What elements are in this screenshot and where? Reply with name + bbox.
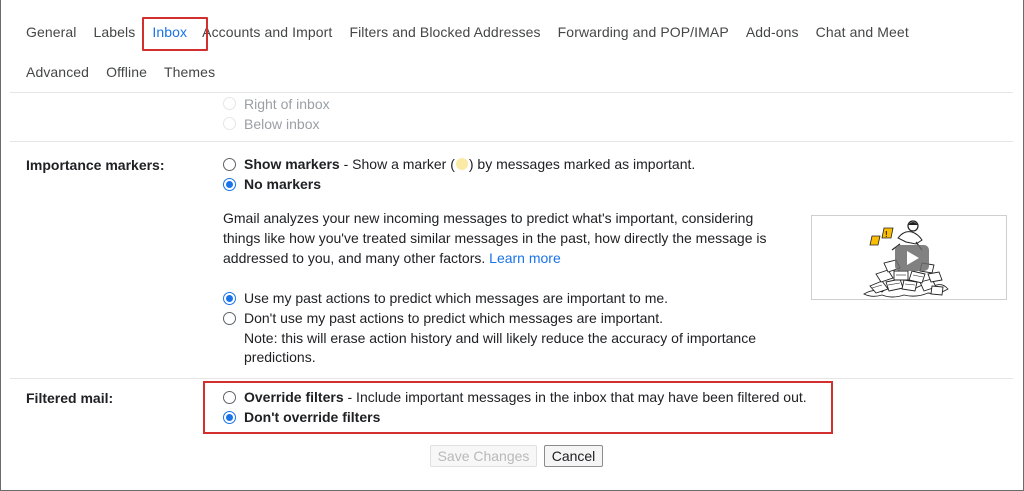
radio-use-past-actions[interactable]: [223, 292, 236, 305]
past-actions-note-cont: predictions.: [244, 349, 316, 365]
filtered-mail-highlight-box: [203, 381, 833, 434]
tab-filters-and-blocked-addresses[interactable]: Filters and Blocked Addresses: [349, 24, 540, 40]
radio-below-inbox: [223, 117, 236, 130]
option-right-of-inbox: Right of inbox: [244, 96, 330, 112]
tab-offline[interactable]: Offline: [106, 64, 147, 80]
tab-accounts-and-import[interactable]: Accounts and Import: [202, 24, 332, 40]
tab-advanced[interactable]: Advanced: [26, 64, 89, 80]
radio-show-markers[interactable]: [223, 158, 236, 171]
show-markers-label: Show markers: [244, 156, 340, 172]
radio-no-markers[interactable]: [223, 178, 236, 191]
radio-dont-use-past-actions[interactable]: [223, 312, 236, 325]
option-show-markers[interactable]: Show markers - Show a marker ( ) by messa…: [244, 156, 695, 172]
importance-markers-label: Importance markers:: [26, 157, 165, 173]
option-no-markers[interactable]: No markers: [244, 176, 321, 192]
option-use-past-actions[interactable]: Use my past actions to predict which mes…: [244, 290, 668, 306]
tab-chat-and-meet[interactable]: Chat and Meet: [816, 24, 909, 40]
tab-labels[interactable]: Labels: [94, 24, 136, 40]
tab-forwarding-and-pop-imap[interactable]: Forwarding and POP/IMAP: [558, 24, 729, 40]
description-line: things like how you've treated similar m…: [223, 230, 767, 246]
importance-marker-icon: [455, 158, 468, 170]
radio-right-of-inbox: [223, 97, 236, 110]
tab-add-ons[interactable]: Add-ons: [746, 24, 799, 40]
option-dont-use-past-actions[interactable]: Don't use my past actions to predict whi…: [244, 310, 663, 326]
past-actions-note: Note: this will erase action history and…: [244, 330, 757, 346]
tab-general[interactable]: General: [26, 24, 77, 40]
section-divider: [10, 141, 1013, 142]
tab-themes[interactable]: Themes: [164, 64, 215, 80]
svg-text:!: !: [885, 230, 888, 239]
learn-more-link[interactable]: Learn more: [489, 250, 561, 266]
save-changes-button[interactable]: Save Changes: [430, 445, 537, 467]
description-line: addressed to you, and many other factors…: [223, 250, 561, 266]
cancel-button[interactable]: Cancel: [544, 445, 603, 467]
importance-description: Gmail analyzes your new incoming message…: [223, 208, 793, 268]
option-below-inbox: Below inbox: [244, 116, 320, 132]
video-illustration: !: [863, 220, 949, 298]
importance-video-thumbnail[interactable]: !: [811, 215, 1007, 300]
description-line: Gmail analyzes your new incoming message…: [223, 210, 754, 226]
filtered-mail-label: Filtered mail:: [26, 390, 114, 406]
inbox-tab-highlight-box: [142, 17, 208, 51]
settings-tabs-row-2: Advanced Offline Themes: [26, 61, 232, 83]
show-markers-desc-pre: - Show a marker (: [339, 156, 455, 172]
tabs-divider: [10, 92, 1013, 93]
show-markers-desc-post: ) by messages marked as important.: [468, 156, 696, 172]
section-divider: [10, 378, 1013, 379]
